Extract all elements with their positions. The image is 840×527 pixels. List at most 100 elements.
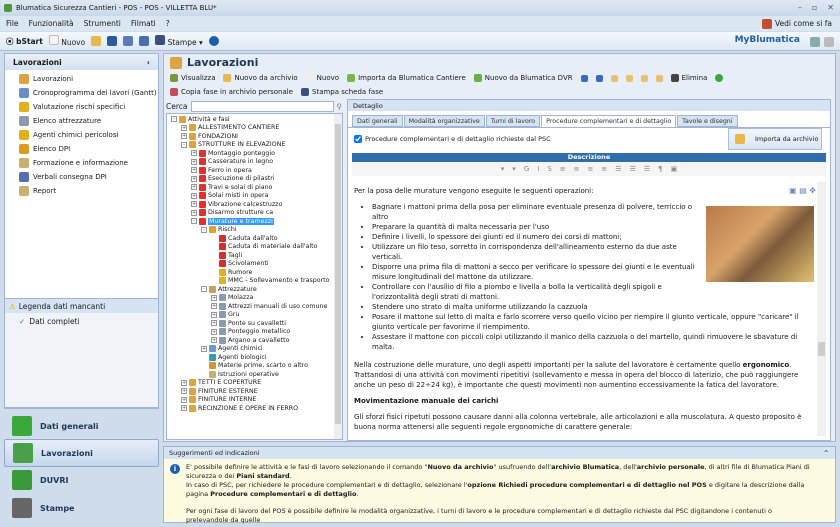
move-up-icon[interactable] <box>580 74 588 82</box>
align-right-icon[interactable]: ≡ <box>588 165 594 173</box>
indent-icon[interactable]: ☰ <box>644 165 650 173</box>
expand-toggle[interactable]: + <box>181 388 187 395</box>
expand-toggle[interactable]: - <box>171 116 177 123</box>
tree-node[interactable]: Materie prime, scarto o altro <box>167 362 342 371</box>
tree-node[interactable]: + ALLESTIMENTO CANTIERE <box>167 124 342 133</box>
expand-toggle[interactable]: + <box>181 379 187 386</box>
expand-toggle[interactable]: + <box>191 158 197 165</box>
tree-node[interactable]: - Murature e tramezzi <box>167 217 342 226</box>
action-button[interactable]: Copia fase in archivio personale <box>170 88 293 96</box>
sidebar-item[interactable]: Formazione e informazione <box>5 156 158 170</box>
paste-special-icon[interactable] <box>655 74 663 82</box>
sidebar-item[interactable]: Lavorazioni <box>5 72 158 86</box>
sidebar-item[interactable]: Elenco attrezzature <box>5 114 158 128</box>
tab[interactable]: Dati generali <box>352 115 403 127</box>
expand-toggle[interactable]: - <box>191 218 197 225</box>
expand-toggle[interactable]: + <box>191 184 197 191</box>
action-button[interactable]: Elimina <box>670 74 707 82</box>
tree-node[interactable]: Agenti biologici <box>167 353 342 362</box>
sidebar-item[interactable]: Agenti chimici pericolosi <box>5 128 158 142</box>
action-button[interactable]: Nuovo da Blumatica DVR <box>473 74 573 82</box>
tab[interactable]: Tavole e disegni <box>677 115 738 127</box>
user-icon[interactable] <box>810 37 820 47</box>
tree-node[interactable]: Scivolamenti <box>167 260 342 269</box>
sidebar-item[interactable]: Cronoprogramma dei lavori (Gantt) <box>5 86 158 100</box>
search-icon[interactable]: ⚲ <box>337 102 343 111</box>
paste-icon[interactable] <box>625 74 633 82</box>
maximize-icon[interactable]: ▫ <box>812 3 817 12</box>
numbered-list-icon[interactable]: ☰ <box>630 165 636 173</box>
align-left-icon[interactable]: ≡ <box>560 165 566 173</box>
tree-scrollbar[interactable] <box>334 114 342 439</box>
tree-node[interactable]: + Agenti chimici <box>167 345 342 354</box>
expand-toggle[interactable]: + <box>211 337 217 344</box>
expand-toggle[interactable]: + <box>191 209 197 216</box>
italic-icon[interactable]: I <box>537 165 539 173</box>
font-dropdown[interactable]: ▾ <box>501 165 505 173</box>
collapse-sidebar-button[interactable]: ‹ <box>147 58 150 67</box>
tree-node[interactable]: + Argano a cavalletto <box>167 336 342 345</box>
expand-toggle[interactable]: + <box>211 328 217 335</box>
sidebar-item[interactable]: Elenco DPI <box>5 142 158 156</box>
bullet-list-icon[interactable]: ☰ <box>615 165 621 173</box>
tree-node[interactable]: Caduta di materiale dall'alto <box>167 243 342 252</box>
move-down-icon[interactable] <box>595 74 603 82</box>
help-icon[interactable] <box>208 36 219 46</box>
expand-toggle[interactable]: + <box>191 167 197 174</box>
justify-icon[interactable]: ≡ <box>601 165 607 173</box>
tree-node[interactable]: - STRUTTURE IN ELEVAZIONE <box>167 141 342 150</box>
expand-toggle[interactable]: + <box>191 150 197 157</box>
tree-node[interactable]: + RECINZIONE E OPERE IN FERRO <box>167 404 342 413</box>
close-icon[interactable]: ✕ <box>827 3 834 12</box>
bold-icon[interactable]: G <box>524 165 529 173</box>
action-button[interactable]: Visualizza <box>170 74 215 82</box>
expand-toggle[interactable]: - <box>201 286 207 293</box>
tree-node[interactable]: + TETTI E COPERTURE <box>167 379 342 388</box>
sidebar-item[interactable]: Verbali consegna DPI <box>5 170 158 184</box>
expand-toggle[interactable]: + <box>211 311 217 318</box>
size-dropdown[interactable]: ▾ <box>512 165 516 173</box>
expand-toggle[interactable]: + <box>181 405 187 412</box>
menu-strumenti[interactable]: Strumenti <box>84 19 121 28</box>
description-editor[interactable]: ▣ ▤ ✥ Per la posa delle murature vengono… <box>352 182 818 436</box>
expand-toggle[interactable]: + <box>181 396 187 403</box>
tree-node[interactable]: + Disarmo strutture ca <box>167 209 342 218</box>
expand-toggle[interactable]: - <box>201 226 207 233</box>
tree-node[interactable]: + Molazza <box>167 294 342 303</box>
tree-node[interactable]: MMC - Sollevamento e trasporto <box>167 277 342 286</box>
expand-toggle[interactable]: + <box>191 201 197 208</box>
tree-node[interactable]: - Rischi <box>167 226 342 235</box>
menu-file[interactable]: File <box>6 19 19 28</box>
collapse-suggestions-button[interactable]: ^ <box>824 449 829 457</box>
expand-toggle[interactable]: + <box>211 320 217 327</box>
save-icon[interactable] <box>107 36 118 46</box>
tree-node[interactable]: Istruzioni operative <box>167 370 342 379</box>
save-as-icon[interactable] <box>139 36 150 46</box>
bstart-button[interactable]: ⦿ bStart <box>6 36 43 47</box>
expand-toggle[interactable]: + <box>191 192 197 199</box>
new-button[interactable]: Nuovo <box>48 35 85 47</box>
tree-node[interactable]: + Ferro in opera <box>167 166 342 175</box>
tree-node[interactable]: + Ponte su cavalletti <box>167 319 342 328</box>
sidebar-item[interactable]: Report <box>5 184 158 198</box>
tree-node[interactable]: - Attività e fasi <box>167 115 342 124</box>
copy-icon[interactable] <box>610 74 618 82</box>
help-link[interactable]: Vedi come si fa <box>761 18 832 29</box>
expand-toggle[interactable]: + <box>181 133 187 140</box>
tree-node[interactable]: Tagli <box>167 251 342 260</box>
search-input[interactable] <box>190 100 334 112</box>
tab[interactable]: Turni di lavoro <box>485 115 541 127</box>
tab[interactable]: Procedure complementari e di dettaglio <box>541 115 677 127</box>
action-button[interactable]: Nuovo <box>305 74 339 82</box>
tree-node[interactable]: + Montaggio ponteggio <box>167 149 342 158</box>
tree-node[interactable]: Caduta dall'alto <box>167 234 342 243</box>
save-all-icon[interactable] <box>123 36 134 46</box>
nav-button[interactable]: DUVRI <box>4 466 159 494</box>
tree-node[interactable]: + FINITURE INTERNE <box>167 396 342 405</box>
menu-filmati[interactable]: Filmati <box>131 19 156 28</box>
cut-icon[interactable] <box>640 74 648 82</box>
psc-procedures-checkbox[interactable] <box>354 134 362 143</box>
tree-node[interactable]: + Gru <box>167 311 342 320</box>
view-mode-icons[interactable]: ▣ ▤ ✥ <box>789 186 816 196</box>
tree-node[interactable]: + Travi e solai di piano <box>167 183 342 192</box>
